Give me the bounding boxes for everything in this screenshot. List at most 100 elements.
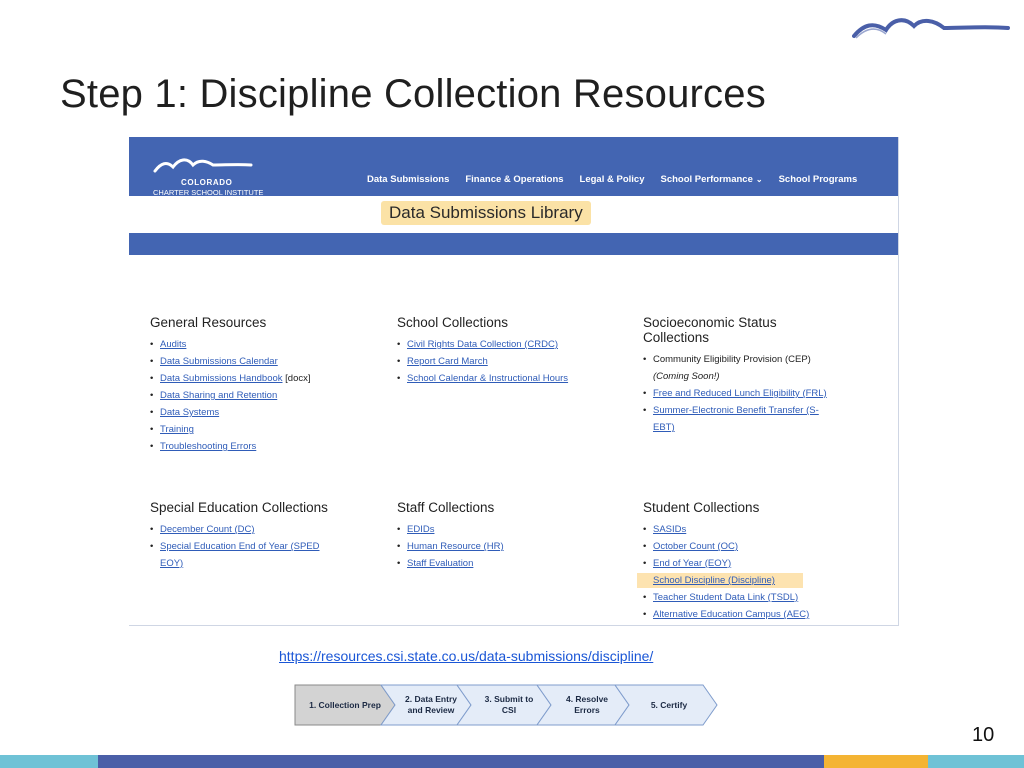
chevron-down-icon: ⌄ (755, 175, 763, 184)
link-sharing[interactable]: Data Sharing and Retention (160, 390, 277, 401)
sped-eoy-line2: EOY) (160, 558, 184, 569)
step-label-line1: 3. Submit to (484, 694, 534, 704)
list-item: Data Systems (150, 404, 380, 421)
step-data-entry[interactable]: 2. Data Entry and Review (395, 683, 467, 727)
list-item: Staff Evaluation (397, 555, 627, 572)
list-item: Alternative Education Campus (AEC) (643, 606, 883, 623)
general-resources-section: General Resources Audits Data Submission… (150, 315, 380, 455)
list-item: School Discipline (Discipline) (637, 572, 803, 589)
section-title-line2: Collections (643, 330, 710, 345)
link-crdc[interactable]: Civil Rights Data Collection (CRDC) (407, 339, 558, 350)
docx-label: [docx] (285, 373, 311, 384)
list-item: Audits (150, 336, 380, 353)
footer-stripe (98, 755, 824, 768)
link-hr[interactable]: Human Resource (HR) (407, 541, 504, 552)
list-item: Data Submissions Handbook [docx] (150, 370, 380, 387)
link-december-count[interactable]: December Count (DC) (160, 524, 255, 535)
school-collections-section: School Collections Civil Rights Data Col… (397, 315, 627, 387)
section-title: Special Education Collections (150, 500, 328, 515)
nav-legal-policy[interactable]: Legal & Policy (580, 174, 645, 185)
step-label-line1: 2. Data Entry (405, 694, 457, 704)
nav-finance-operations[interactable]: Finance & Operations (465, 174, 563, 185)
link-school-calendar[interactable]: School Calendar & Instructional Hours (407, 373, 568, 384)
step-label: 2. Data Entry and Review (405, 694, 457, 716)
process-steps: 1. Collection Prep 2. Data Entry and Revi… (293, 683, 723, 727)
link-october-count[interactable]: October Count (OC) (653, 541, 738, 552)
nav-school-performance-label: School Performance (660, 174, 753, 185)
step-label: 3. Submit to CSI (485, 694, 534, 716)
sebt-line2: EBT) (653, 422, 675, 433)
section-title: General Resources (150, 315, 267, 330)
link-audits[interactable]: Audits (160, 339, 186, 350)
section-title: Staff Collections (397, 500, 495, 515)
step-label-line1: 4. Resolve (565, 694, 609, 704)
list-item: Special Education End of Year (SPED EOY) (150, 538, 380, 572)
sped-eoy-line1: Special Education End of Year (SPED (160, 541, 320, 552)
link-sped-eoy[interactable]: Special Education End of Year (SPED EOY) (160, 541, 320, 569)
footer-stripe (928, 755, 1024, 768)
link-sasids[interactable]: SASIDs (653, 524, 686, 535)
list-item: December Count (DC) (150, 521, 380, 538)
link-tsdl[interactable]: Teacher Student Data Link (TSDL) (653, 592, 798, 603)
nav-data-submissions[interactable]: Data Submissions (367, 174, 449, 185)
socioeconomic-section: Socioeconomic StatusCollections Communit… (643, 315, 883, 436)
list-item: Training (150, 421, 380, 438)
step-label-line2: Errors (574, 705, 600, 715)
list-item: October Count (OC) (643, 538, 883, 555)
link-staff-evaluation[interactable]: Staff Evaluation (407, 558, 473, 569)
link-report-card[interactable]: Report Card March (407, 356, 488, 367)
step-submit[interactable]: 3. Submit to CSI (473, 683, 545, 727)
slide-title: Step 1: Discipline Collection Resources (60, 72, 766, 116)
footer-stripe (824, 755, 928, 768)
step-label: 1. Collection Prep (309, 699, 381, 710)
list-item: Troubleshooting Errors (150, 438, 380, 455)
list-item: EDIDs (397, 521, 627, 538)
step-resolve-errors[interactable]: 4. Resolve Errors (551, 683, 623, 727)
student-collections-section: Student Collections SASIDs October Count… (637, 500, 883, 623)
link-school-discipline[interactable]: School Discipline (Discipline) (653, 575, 775, 586)
discipline-url-link[interactable]: https://resources.csi.state.co.us/data-s… (279, 648, 653, 664)
section-title: Socioeconomic Status Collections (643, 315, 883, 345)
link-calendar[interactable]: Data Submissions Calendar (160, 356, 278, 367)
list-item: (Coming Soon!) (643, 368, 883, 385)
link-data-systems[interactable]: Data Systems (160, 407, 219, 418)
section-title: Student Collections (643, 500, 760, 515)
link-training[interactable]: Training (160, 424, 194, 435)
list-item: Teacher Student Data Link (TSDL) (643, 589, 883, 606)
cep-label: Community Eligibility Provision (CEP) (653, 354, 811, 365)
special-education-section: Special Education Collections December C… (150, 500, 380, 572)
coming-soon-label: (Coming Soon!) (653, 371, 720, 382)
list-item: End of Year (EOY) (643, 555, 883, 572)
logo-text-colorado: COLORADO (181, 178, 233, 187)
link-troubleshooting[interactable]: Troubleshooting Errors (160, 441, 256, 452)
list-item: School Calendar & Instructional Hours (397, 370, 627, 387)
section-title-line1: Socioeconomic Status (643, 315, 777, 330)
nav-school-programs[interactable]: School Programs (779, 174, 858, 185)
list-item: Free and Reduced Lunch Eligibility (FRL) (643, 385, 883, 402)
link-aec[interactable]: Alternative Education Campus (AEC) (653, 609, 809, 620)
link-edids[interactable]: EDIDs (407, 524, 434, 535)
mountain-logo-icon (153, 158, 253, 173)
site-header: COLORADO CHARTER SCHOOL INSTITUTE Data S… (129, 137, 898, 197)
link-end-of-year[interactable]: End of Year (EOY) (653, 558, 731, 569)
step-certify[interactable]: 5. Certify (629, 683, 709, 727)
staff-collections-section: Staff Collections EDIDs Human Resource (… (397, 500, 627, 572)
site-nav: Data Submissions Finance & Operations Le… (367, 174, 873, 185)
blue-banner (129, 233, 898, 255)
step-collection-prep[interactable]: 1. Collection Prep (297, 683, 393, 727)
step-label-line2: and Review (407, 705, 455, 715)
list-item: Data Submissions Calendar (150, 353, 380, 370)
section-title: School Collections (397, 315, 509, 330)
link-handbook[interactable]: Data Submissions Handbook (160, 373, 283, 384)
step-label: 4. Resolve Errors (566, 694, 608, 716)
sebt-line1: Summer-Electronic Benefit Transfer (S- (653, 405, 819, 416)
website-screenshot: COLORADO CHARTER SCHOOL INSTITUTE Data S… (129, 137, 899, 626)
list-item: Summer-Electronic Benefit Transfer (S- EB… (643, 402, 883, 436)
footer-stripe (0, 755, 98, 768)
link-frl[interactable]: Free and Reduced Lunch Eligibility (FRL) (653, 388, 827, 399)
list-item: Human Resource (HR) (397, 538, 627, 555)
library-title: Data Submissions Library (381, 201, 591, 225)
link-sebt[interactable]: Summer-Electronic Benefit Transfer (S- EB… (653, 405, 819, 433)
step-label: 5. Certify (650, 699, 688, 710)
nav-school-performance[interactable]: School Performance ⌄ (660, 174, 762, 185)
